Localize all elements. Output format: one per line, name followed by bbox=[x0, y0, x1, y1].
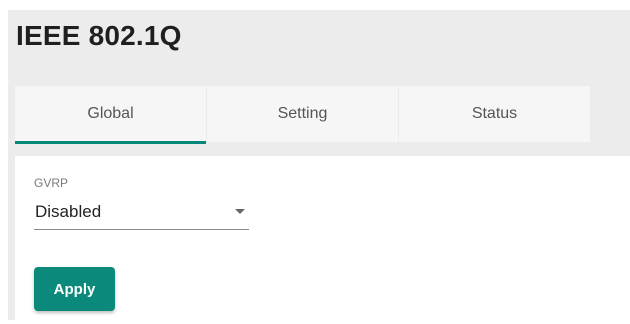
content-panel: GVRP Disabled Apply bbox=[15, 156, 630, 320]
page-title: IEEE 802.1Q bbox=[16, 20, 182, 51]
tab-setting[interactable]: Setting bbox=[207, 86, 399, 142]
tab-global[interactable]: Global bbox=[15, 86, 207, 144]
tab-bar: Global Setting Status bbox=[15, 86, 591, 144]
page: IEEE 802.1Q Global Setting Status GVRP D… bbox=[0, 0, 630, 324]
gvrp-select[interactable]: Disabled bbox=[34, 196, 249, 230]
gvrp-label: GVRP bbox=[34, 176, 69, 190]
apply-button[interactable]: Apply bbox=[34, 267, 115, 311]
tab-status[interactable]: Status bbox=[399, 86, 591, 142]
chevron-down-icon bbox=[235, 209, 245, 214]
gvrp-select-value: Disabled bbox=[35, 202, 102, 221]
